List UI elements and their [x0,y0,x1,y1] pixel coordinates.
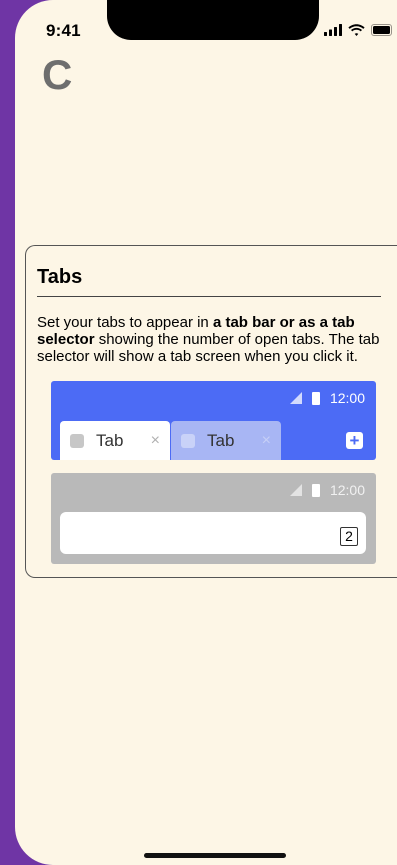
tab-label: Tab [96,430,124,450]
card-title: Tabs [37,266,83,288]
close-icon: × [150,431,160,449]
battery-icon [311,391,320,405]
favicon-icon [70,433,84,448]
description-text: Set your tabs to appear in [37,314,213,331]
tab-bar-option[interactable]: 12:00 Tab × Tab × + [51,381,376,460]
tab-count-badge: 2 [340,527,358,546]
cellular-signal-icon [324,24,342,36]
preview-time: 12:00 [329,482,365,498]
tabs-settings-card[interactable]: Tabs Set your tabs to appear in a tab ba… [25,245,397,578]
close-icon: × [261,431,271,449]
status-icons [324,24,393,36]
card-description: Set your tabs to appear in a tab bar or … [37,314,397,365]
divider [37,296,381,297]
preview-tab-active: Tab × [60,421,170,460]
preview-status-bar: 12:00 [289,390,365,406]
tab-label: Tab [207,430,235,450]
app-logo: C [42,51,73,98]
new-tab-icon: + [346,432,363,449]
signal-icon [289,484,302,496]
battery-icon [311,483,320,497]
preview-status-bar: 12:00 [289,482,365,498]
favicon-icon [181,433,195,448]
signal-icon [289,392,302,404]
preview-address-bar: 2 [60,512,366,554]
preview-time: 12:00 [329,390,365,406]
status-time: 9:41 [46,21,81,40]
notch [107,0,319,40]
battery-icon [371,24,392,36]
home-indicator [144,853,286,858]
tab-selector-option[interactable]: 12:00 2 [51,473,376,564]
phone-screen: 9:41 C Tabs Set your tabs to appear in a… [15,0,397,865]
wifi-icon [348,24,365,36]
preview-tab-inactive: Tab × [171,421,281,460]
